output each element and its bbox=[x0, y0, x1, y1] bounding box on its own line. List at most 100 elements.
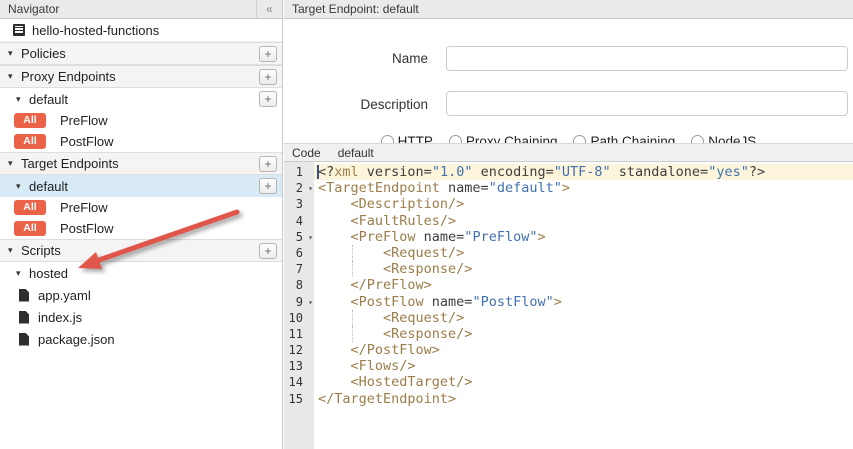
section-policies[interactable]: ▾ Policies + bbox=[0, 42, 282, 65]
code-line[interactable]: <TargetEndpoint name="default"> bbox=[314, 180, 853, 196]
file-label: index.js bbox=[38, 310, 82, 325]
proxy-preflow-item[interactable]: All PreFlow bbox=[0, 110, 282, 131]
condition-badge: All bbox=[14, 113, 46, 128]
fold-toggle-icon[interactable]: ▾ bbox=[308, 230, 313, 246]
name-field[interactable] bbox=[446, 46, 848, 71]
caret-down-icon[interactable]: ▾ bbox=[8, 48, 21, 59]
code-line[interactable]: <PreFlow name="PreFlow"> bbox=[314, 229, 853, 245]
gutter: 12▾345▾6789▾101112131415 bbox=[284, 162, 314, 449]
proxy-postflow-item[interactable]: All PostFlow bbox=[0, 131, 282, 152]
caret-down-icon[interactable]: ▾ bbox=[16, 94, 29, 105]
bundle-icon bbox=[13, 24, 25, 36]
target-endpoint-default[interactable]: ▾ default + bbox=[0, 175, 282, 197]
section-scripts-label: Scripts bbox=[21, 243, 61, 258]
code-line[interactable]: </TargetEndpoint> bbox=[314, 391, 853, 407]
caret-down-icon[interactable]: ▾ bbox=[16, 268, 29, 279]
code-line[interactable]: <Description/> bbox=[314, 196, 853, 212]
indent-guide bbox=[352, 261, 353, 277]
add-proxy-endpoint-button[interactable]: + bbox=[259, 69, 277, 85]
collapse-sidebar-icon[interactable]: « bbox=[256, 0, 282, 18]
bundle-label: hello-hosted-functions bbox=[32, 23, 159, 38]
code-line[interactable]: <HostedTarget/> bbox=[314, 374, 853, 390]
description-field[interactable] bbox=[446, 91, 848, 116]
line-number[interactable]: 13 bbox=[284, 358, 314, 374]
condition-badge: All bbox=[14, 221, 46, 236]
indent-guide bbox=[352, 245, 353, 261]
code-line[interactable]: <Response/> bbox=[314, 261, 853, 277]
navigator-header: Navigator « bbox=[0, 0, 282, 19]
line-number[interactable]: 3 bbox=[284, 196, 314, 212]
line-number[interactable]: 15 bbox=[284, 391, 314, 407]
indent-guide bbox=[352, 310, 353, 326]
add-target-flow-button[interactable]: + bbox=[259, 178, 277, 194]
scripts-folder-hosted[interactable]: ▾ hosted bbox=[0, 262, 282, 284]
target-endpoint-default-label: default bbox=[29, 179, 68, 194]
endpoint-form: Name Description HTTPProxy ChainingPath … bbox=[284, 19, 853, 143]
code-line[interactable]: </PreFlow> bbox=[314, 277, 853, 293]
file-icon bbox=[19, 333, 29, 346]
fold-toggle-icon[interactable]: ▾ bbox=[308, 181, 313, 197]
proxy-endpoint-default[interactable]: ▾ default + bbox=[0, 88, 282, 110]
section-target-endpoints[interactable]: ▾ Target Endpoints + bbox=[0, 152, 282, 175]
target-preflow-label: PreFlow bbox=[60, 200, 108, 215]
caret-down-icon[interactable]: ▾ bbox=[8, 71, 21, 82]
scripts-folder-hosted-label: hosted bbox=[29, 266, 68, 281]
line-number[interactable]: 1 bbox=[284, 164, 314, 180]
code-file-label[interactable]: default bbox=[338, 146, 374, 160]
panel-title: Target Endpoint: default bbox=[292, 2, 419, 16]
add-script-button[interactable]: + bbox=[259, 243, 277, 259]
section-proxy-endpoints[interactable]: ▾ Proxy Endpoints + bbox=[0, 65, 282, 88]
line-number[interactable]: 6 bbox=[284, 245, 314, 261]
line-number[interactable]: 11 bbox=[284, 326, 314, 342]
line-number[interactable]: 8 bbox=[284, 277, 314, 293]
section-proxy-endpoints-label: Proxy Endpoints bbox=[21, 69, 116, 84]
code-editor[interactable]: 12▾345▾6789▾101112131415 <?xml version="… bbox=[284, 162, 853, 449]
file-item-app-yaml[interactable]: app.yaml bbox=[0, 284, 282, 306]
code-line[interactable]: <Flows/> bbox=[314, 358, 853, 374]
add-proxy-flow-button[interactable]: + bbox=[259, 91, 277, 107]
proxy-preflow-label: PreFlow bbox=[60, 113, 108, 128]
condition-badge: All bbox=[14, 200, 46, 215]
panel-header: Target Endpoint: default bbox=[284, 0, 853, 19]
caret-down-icon[interactable]: ▾ bbox=[8, 245, 21, 256]
text-cursor bbox=[317, 165, 319, 179]
indent-guide bbox=[352, 326, 353, 342]
file-item-package-json[interactable]: package.json bbox=[0, 328, 282, 350]
file-icon bbox=[19, 311, 29, 324]
code-line[interactable]: <Request/> bbox=[314, 245, 853, 261]
line-number[interactable]: 5▾ bbox=[284, 229, 314, 245]
code-line[interactable]: <?xml version="1.0" encoding="UTF-8" sta… bbox=[314, 164, 853, 180]
code-tab-label: Code bbox=[292, 146, 321, 160]
caret-down-icon[interactable]: ▾ bbox=[8, 158, 21, 169]
code-line[interactable]: <PostFlow name="PostFlow"> bbox=[314, 294, 853, 310]
line-number[interactable]: 7 bbox=[284, 261, 314, 277]
line-number[interactable]: 10 bbox=[284, 310, 314, 326]
section-scripts[interactable]: ▾ Scripts + bbox=[0, 239, 282, 262]
code-toolbar: Code default bbox=[284, 143, 853, 162]
file-label: app.yaml bbox=[38, 288, 91, 303]
code-line[interactable]: <Response/> bbox=[314, 326, 853, 342]
add-target-endpoint-button[interactable]: + bbox=[259, 156, 277, 172]
file-item-index-js[interactable]: index.js bbox=[0, 306, 282, 328]
code-area[interactable]: <?xml version="1.0" encoding="UTF-8" sta… bbox=[314, 162, 853, 449]
description-label: Description bbox=[284, 97, 428, 112]
fold-toggle-icon[interactable]: ▾ bbox=[308, 295, 313, 311]
code-line[interactable]: </PostFlow> bbox=[314, 342, 853, 358]
proxy-endpoint-default-label: default bbox=[29, 92, 68, 107]
target-preflow-item[interactable]: All PreFlow bbox=[0, 197, 282, 218]
line-number[interactable]: 4 bbox=[284, 213, 314, 229]
code-line[interactable]: <Request/> bbox=[314, 310, 853, 326]
proxy-postflow-label: PostFlow bbox=[60, 134, 113, 149]
code-line[interactable]: <FaultRules/> bbox=[314, 213, 853, 229]
line-number[interactable]: 9▾ bbox=[284, 294, 314, 310]
target-endpoint-panel: Target Endpoint: default Name Descriptio… bbox=[284, 0, 853, 449]
line-number[interactable]: 14 bbox=[284, 374, 314, 390]
line-number[interactable]: 2▾ bbox=[284, 180, 314, 196]
line-number[interactable]: 12 bbox=[284, 342, 314, 358]
condition-badge: All bbox=[14, 134, 46, 149]
target-postflow-item[interactable]: All PostFlow bbox=[0, 218, 282, 239]
section-policies-label: Policies bbox=[21, 46, 66, 61]
bundle-item[interactable]: hello-hosted-functions bbox=[0, 19, 282, 42]
caret-down-icon[interactable]: ▾ bbox=[16, 181, 29, 192]
add-policy-button[interactable]: + bbox=[259, 46, 277, 62]
